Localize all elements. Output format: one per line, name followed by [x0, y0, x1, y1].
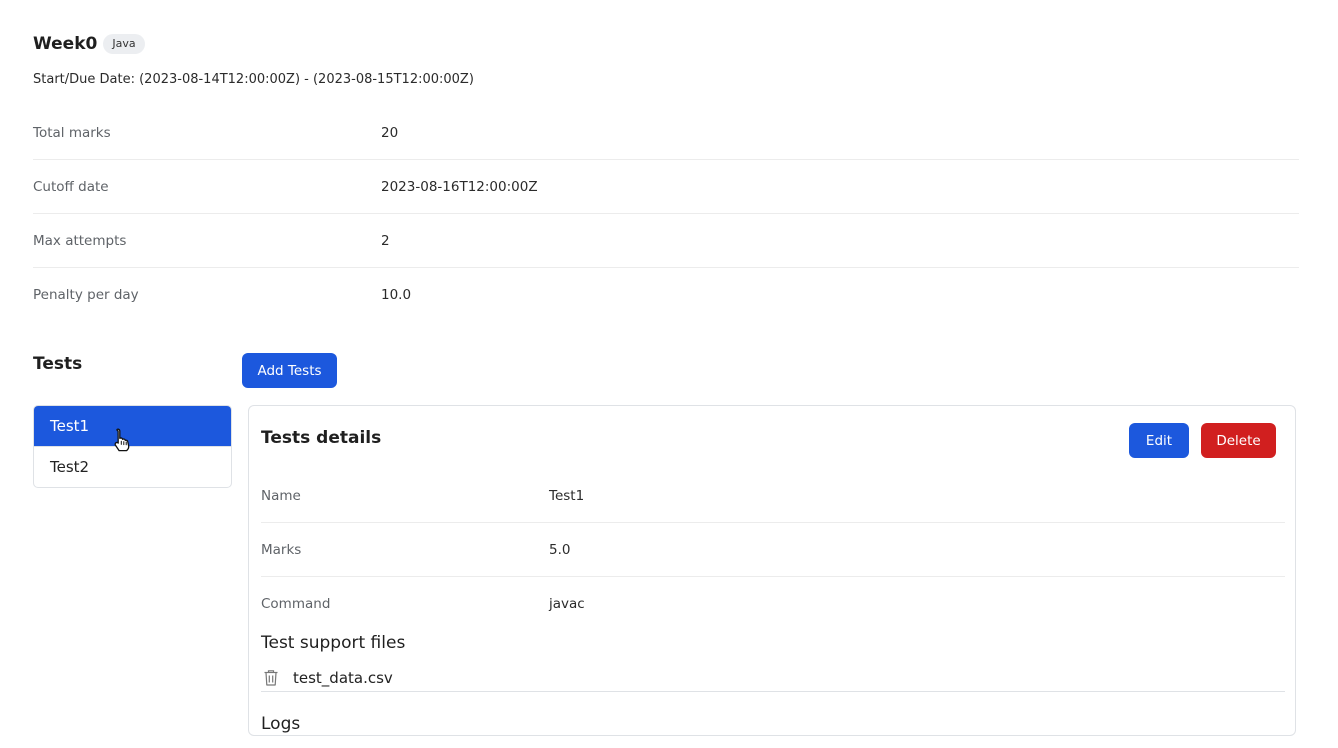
info-label: Max attempts — [33, 232, 127, 249]
assignment-dates: Start/Due Date: (2023-08-14T12:00:00Z) -… — [33, 72, 474, 87]
test-details-title: Tests details — [261, 428, 382, 448]
info-label: Cutoff date — [33, 178, 109, 195]
info-value: 2 — [381, 232, 390, 249]
test-support-files-heading: Test support files — [261, 633, 406, 653]
info-row-max-attempts: Max attempts 2 — [33, 214, 1299, 268]
assignment-page: Week0 Java Start/Due Date: (2023-08-14T1… — [0, 0, 1338, 748]
info-row-cutoff-date: Cutoff date 2023-08-16T12:00:00Z — [33, 160, 1299, 214]
hand-pointer-icon — [114, 428, 130, 452]
detail-value: Test1 — [549, 487, 585, 504]
assignment-info-table: Total marks 20 Cutoff date 2023-08-16T12… — [33, 106, 1299, 321]
info-value: 20 — [381, 124, 399, 141]
assignment-header: Week0 Java — [33, 34, 145, 54]
logs-heading: Logs — [261, 714, 301, 734]
info-label: Penalty per day — [33, 286, 139, 303]
trash-icon[interactable] — [261, 668, 281, 688]
support-file-row: test_data.csv — [261, 664, 1285, 692]
language-badge: Java — [103, 34, 145, 54]
delete-button[interactable]: Delete — [1201, 423, 1276, 458]
info-label: Total marks — [33, 124, 111, 141]
info-row-penalty-per-day: Penalty per day 10.0 — [33, 268, 1299, 321]
detail-row-command: Command javac — [261, 577, 1285, 630]
detail-label: Command — [261, 595, 331, 612]
test-details-table: Name Test1 Marks 5.0 Command javac — [261, 469, 1285, 630]
detail-value: javac — [549, 595, 585, 612]
add-tests-button[interactable]: Add Tests — [242, 353, 337, 388]
assignment-title: Week0 — [33, 34, 98, 54]
info-value: 10.0 — [381, 286, 412, 303]
test-details-panel: Tests details Edit Delete Name Test1 Mar… — [248, 405, 1296, 736]
support-file-name: test_data.csv — [293, 668, 393, 687]
info-row-total-marks: Total marks 20 — [33, 106, 1299, 160]
detail-label: Name — [261, 487, 301, 504]
detail-row-marks: Marks 5.0 — [261, 523, 1285, 577]
detail-row-name: Name Test1 — [261, 469, 1285, 523]
detail-value: 5.0 — [549, 541, 571, 558]
detail-label: Marks — [261, 541, 302, 558]
tests-heading: Tests — [33, 354, 83, 374]
info-value: 2023-08-16T12:00:00Z — [381, 178, 538, 195]
edit-button[interactable]: Edit — [1129, 423, 1189, 458]
